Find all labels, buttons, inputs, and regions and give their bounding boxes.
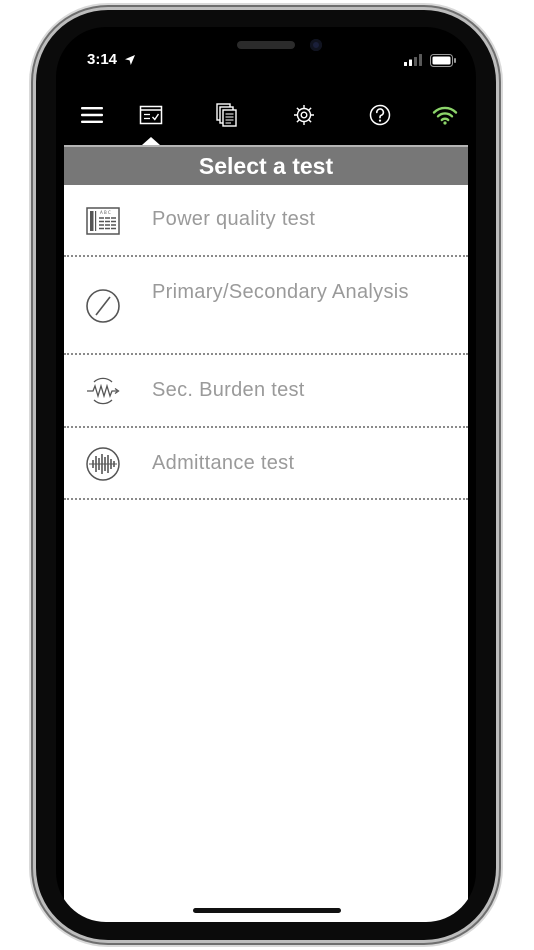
test-label: Sec. Burden test bbox=[152, 379, 305, 401]
wifi-icon bbox=[432, 106, 458, 125]
gear-icon bbox=[294, 105, 314, 125]
burden-resistor-icon bbox=[87, 377, 120, 405]
menu-button[interactable] bbox=[74, 97, 110, 133]
hamburger-menu-icon bbox=[81, 107, 103, 123]
page-title: Select a test bbox=[64, 145, 468, 185]
selected-tab-indicator bbox=[142, 137, 160, 145]
status-time: 3:14 bbox=[87, 51, 118, 68]
cellular-signal-icon bbox=[404, 54, 422, 66]
test-label: Power quality test bbox=[152, 208, 316, 230]
content-panel: Select a test A B C Power quality test P… bbox=[64, 145, 468, 922]
test-item-admittance[interactable]: Admittance test bbox=[64, 428, 468, 500]
documents-button[interactable] bbox=[209, 97, 245, 133]
phone-screen: 3:14 Select a test A B C Power quality t… bbox=[56, 27, 476, 922]
wifi-connection-button[interactable] bbox=[427, 97, 463, 133]
power-button bbox=[497, 165, 501, 270]
status-bar: 3:14 bbox=[56, 49, 476, 73]
slash-circle-icon bbox=[86, 289, 120, 323]
help-circle-icon bbox=[369, 104, 391, 126]
home-indicator[interactable] bbox=[193, 908, 341, 913]
location-arrow-icon bbox=[125, 55, 135, 65]
test-item-power-quality[interactable]: A B C Power quality test bbox=[64, 185, 468, 257]
toolbar bbox=[56, 97, 476, 137]
test-list: A B C Power quality test Primary/Seconda… bbox=[64, 185, 468, 500]
battery-icon bbox=[430, 54, 456, 67]
admittance-waveform-icon bbox=[86, 447, 120, 481]
test-item-primary-secondary[interactable]: Primary/Secondary Analysis bbox=[64, 257, 468, 355]
documents-icon bbox=[216, 103, 237, 127]
earpiece-speaker bbox=[237, 41, 295, 49]
volume-up-button bbox=[31, 145, 35, 207]
test-label: Admittance test bbox=[152, 452, 295, 474]
settings-button[interactable] bbox=[286, 97, 322, 133]
svg-text:A B C: A B C bbox=[100, 210, 111, 215]
test-label: Primary/Secondary Analysis bbox=[152, 281, 409, 303]
power-quality-icon: A B C bbox=[86, 207, 120, 235]
silent-switch bbox=[31, 75, 35, 109]
test-item-sec-burden[interactable]: Sec. Burden test bbox=[64, 355, 468, 428]
help-button[interactable] bbox=[362, 97, 398, 133]
volume-down-button bbox=[31, 228, 35, 290]
test-checklist-icon bbox=[139, 105, 163, 125]
test-tab-button[interactable] bbox=[133, 97, 169, 133]
